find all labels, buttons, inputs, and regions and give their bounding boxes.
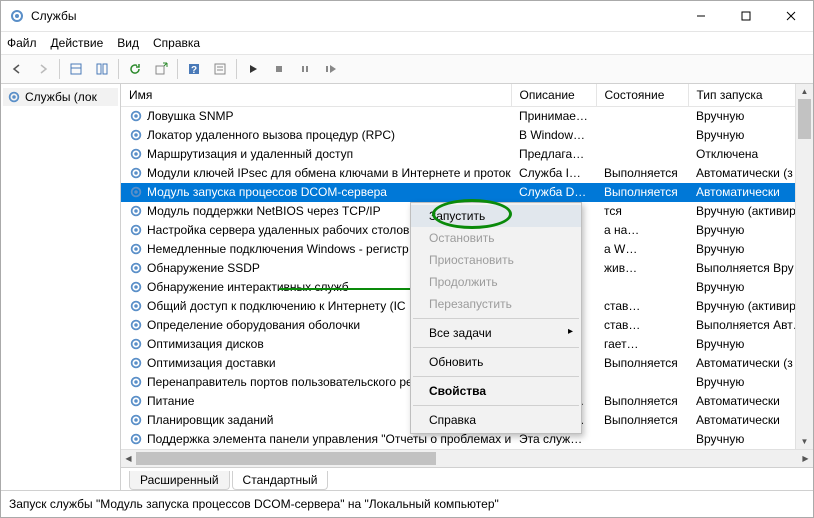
scroll-left-icon[interactable]: ◀ <box>121 450 136 467</box>
service-gear-icon <box>129 185 143 199</box>
export-icon[interactable] <box>149 57 173 81</box>
properties-icon[interactable] <box>208 57 232 81</box>
titlebar: Службы <box>1 1 813 32</box>
service-gear-icon <box>129 394 143 408</box>
service-name: Оптимизация дисков <box>147 337 264 351</box>
play-icon[interactable] <box>241 57 265 81</box>
service-name: Определение оборудования оболочки <box>147 318 360 332</box>
menu-view[interactable]: Вид <box>117 36 139 50</box>
menu-file[interactable]: Файл <box>7 36 37 50</box>
refresh-icon[interactable] <box>123 57 147 81</box>
table-row[interactable]: Модуль запуска процессов DCOM-сервераСлу… <box>121 183 813 202</box>
service-gear-icon <box>129 337 143 351</box>
app-gear-icon <box>9 8 25 24</box>
service-name: Немедленные подключения Windows - регист… <box>147 242 409 256</box>
service-gear-icon <box>129 242 143 256</box>
service-gear-icon <box>129 223 143 237</box>
service-name: Модули ключей IPsec для обмена ключами в… <box>147 166 511 180</box>
scroll-right-icon[interactable]: ▶ <box>798 450 813 467</box>
service-gear-icon <box>129 109 143 123</box>
service-name: Локатор удаленного вызова процедур (RPC) <box>147 128 395 142</box>
ctx-refresh[interactable]: Обновить <box>411 351 581 373</box>
table-row[interactable]: Локатор удаленного вызова процедур (RPC)… <box>121 126 813 145</box>
pause-icon[interactable] <box>293 57 317 81</box>
tab-standard[interactable]: Стандартный <box>232 471 329 490</box>
service-name: Перенаправитель портов пользовательского… <box>147 375 413 389</box>
service-name: Обнаружение интерактивных служб <box>147 280 349 294</box>
service-gear-icon <box>129 280 143 294</box>
ctx-stop: Остановить <box>411 227 581 249</box>
stop-icon[interactable] <box>267 57 291 81</box>
service-gear-icon <box>129 204 143 218</box>
restart-icon[interactable] <box>319 57 343 81</box>
scroll-thumb-h[interactable] <box>136 452 436 465</box>
col-desc[interactable]: Описание <box>511 84 596 107</box>
scroll-up-icon[interactable]: ▲ <box>796 84 813 99</box>
table-row[interactable]: Маршрутизация и удаленный доступПредлага… <box>121 145 813 164</box>
status-bar: Запуск службы "Модуль запуска процессов … <box>1 490 813 517</box>
service-gear-icon <box>129 413 143 427</box>
context-menu: Запустить Остановить Приостановить Продо… <box>410 202 582 434</box>
back-icon[interactable] <box>5 57 29 81</box>
view-tabs: Расширенный Стандартный <box>121 467 813 490</box>
menu-action[interactable]: Действие <box>51 36 104 50</box>
service-gear-icon <box>129 147 143 161</box>
ctx-help[interactable]: Справка <box>411 409 581 431</box>
minimize-button[interactable] <box>678 1 723 31</box>
ctx-restart: Перезапустить <box>411 293 581 315</box>
view-list-icon[interactable] <box>90 57 114 81</box>
service-name: Поддержка элемента панели управления "От… <box>147 432 511 446</box>
col-name[interactable]: Имя <box>121 84 511 107</box>
toolbar: ? <box>1 55 813 84</box>
vertical-scrollbar[interactable]: ▲ ▼ <box>795 84 813 449</box>
window-controls <box>678 1 813 31</box>
tree-root-label: Службы (лок <box>25 90 97 104</box>
close-button[interactable] <box>768 1 813 31</box>
maximize-button[interactable] <box>723 1 768 31</box>
service-gear-icon <box>129 128 143 142</box>
tree-panel: Службы (лок <box>1 84 121 490</box>
forward-icon[interactable] <box>31 57 55 81</box>
ctx-start[interactable]: Запустить <box>411 205 581 227</box>
service-name: Обнаружение SSDP <box>147 261 260 275</box>
service-name: Ловушка SNMP <box>147 109 233 123</box>
service-gear-icon <box>129 299 143 313</box>
help-icon[interactable]: ? <box>182 57 206 81</box>
content-area: Службы (лок Имя Описание Состояние Тип з… <box>1 84 813 490</box>
menu-help[interactable]: Справка <box>153 36 200 50</box>
service-gear-icon <box>129 356 143 370</box>
service-name: Настройка сервера удаленных рабочих стол… <box>147 223 409 237</box>
service-gear-icon <box>129 375 143 389</box>
ctx-properties[interactable]: Свойства <box>411 380 581 402</box>
svg-text:?: ? <box>191 65 197 76</box>
service-name: Оптимизация доставки <box>147 356 276 370</box>
services-window: Службы Файл Действие Вид Справка ? <box>0 0 814 518</box>
ctx-resume: Продолжить <box>411 271 581 293</box>
service-name: Маршрутизация и удаленный доступ <box>147 147 353 161</box>
menu-bar: Файл Действие Вид Справка <box>1 32 813 55</box>
ctx-all-tasks[interactable]: Все задачи <box>411 322 581 344</box>
service-name: Общий доступ к подключению к Интернету (… <box>147 299 406 313</box>
tab-extended[interactable]: Расширенный <box>129 471 230 490</box>
col-state[interactable]: Состояние <box>596 84 688 107</box>
service-name: Питание <box>147 394 194 408</box>
scroll-thumb[interactable] <box>798 99 811 139</box>
service-gear-icon <box>129 432 143 446</box>
window-title: Службы <box>31 9 678 23</box>
horizontal-scrollbar[interactable]: ◀ ▶ <box>121 449 813 467</box>
service-gear-icon <box>129 261 143 275</box>
service-name: Планировщик заданий <box>147 413 273 427</box>
service-gear-icon <box>129 166 143 180</box>
table-row[interactable]: Ловушка SNMPПринимае…Вручную <box>121 107 813 126</box>
service-gear-icon <box>129 318 143 332</box>
table-row[interactable]: Модули ключей IPsec для обмена ключами в… <box>121 164 813 183</box>
view-large-icon[interactable] <box>64 57 88 81</box>
service-name: Модуль поддержки NetBIOS через TCP/IP <box>147 204 381 218</box>
scroll-down-icon[interactable]: ▼ <box>796 434 813 449</box>
ctx-pause: Приостановить <box>411 249 581 271</box>
tree-root[interactable]: Службы (лок <box>3 88 118 106</box>
service-name: Модуль запуска процессов DCOM-сервера <box>147 185 387 199</box>
